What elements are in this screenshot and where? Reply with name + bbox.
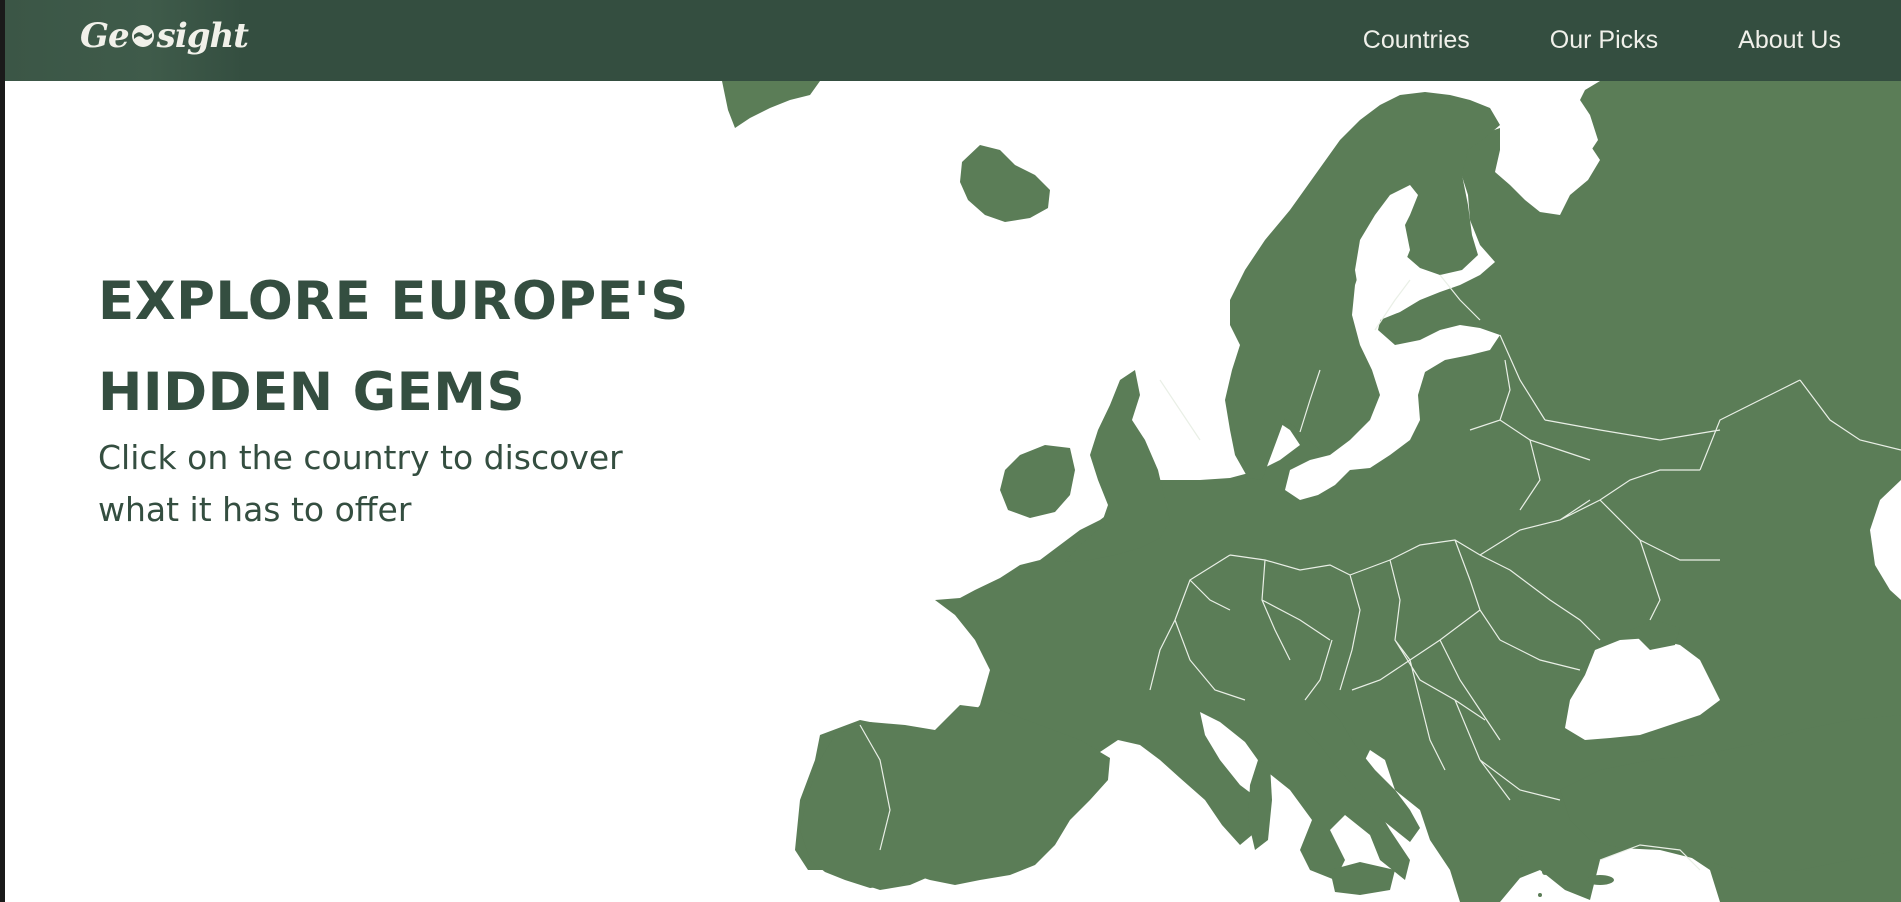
nav-countries-link[interactable]: Countries [1363, 26, 1470, 55]
nav-our-picks-link[interactable]: Our Picks [1550, 26, 1658, 55]
map-ireland[interactable] [1000, 445, 1075, 518]
map-greenland-tip[interactable] [722, 81, 820, 128]
window-left-edge [0, 0, 5, 902]
nav-about-us-link[interactable]: About Us [1738, 26, 1841, 55]
logo-area: Ge sight [5, 0, 249, 81]
map-sardinia[interactable] [1248, 760, 1272, 850]
map-iceland[interactable] [960, 145, 1050, 222]
hero-subtitle: Click on the country to discover what it… [98, 438, 623, 529]
hero-title: EXPLORE EUROPE'S HIDDEN GEMS [98, 271, 689, 423]
logo[interactable]: Ge sight [80, 14, 249, 58]
europe-map[interactable] [700, 81, 1901, 902]
logo-text-pre: Ge [80, 16, 130, 56]
globe-icon [131, 25, 154, 47]
navbar: Ge sight Countries Our Picks About Us [5, 0, 1901, 81]
logo-text-post: sight [156, 16, 249, 56]
nav-links: Countries Our Picks About Us [1363, 0, 1901, 81]
